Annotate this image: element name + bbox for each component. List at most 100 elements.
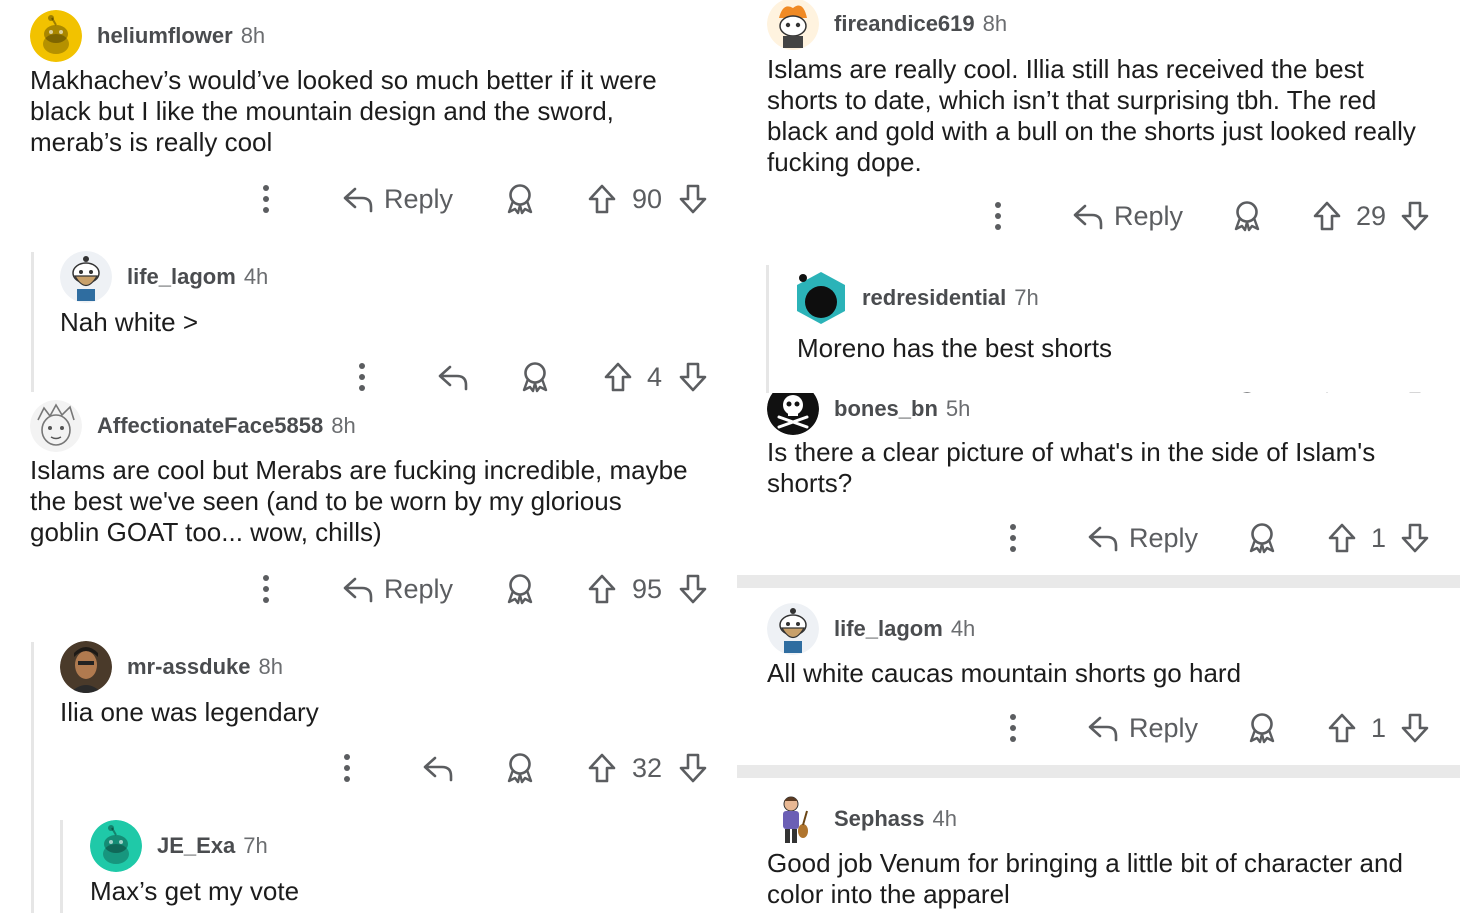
username[interactable]: JE_Exa: [157, 833, 235, 859]
comment-age: 8h: [240, 23, 266, 48]
more-options-icon[interactable]: [993, 196, 1003, 236]
comment-line: Max’s get my vote: [90, 876, 300, 906]
comment-line: Makhachev’s would’ve looked so much bett…: [30, 65, 657, 95]
comment-line: All white caucas mountain shorts go hard: [767, 658, 1242, 688]
comment-bones_bn: bones_bn 5h Is there a clear picture of …: [737, 393, 1460, 573]
comment-line: shorts to date, which isn’t that surpris…: [767, 85, 1377, 115]
comment-line: color into the apparel: [767, 879, 1010, 909]
photo-man-icon[interactable]: [60, 641, 112, 693]
comment-line: Moreno has the best shorts: [797, 333, 1113, 363]
reply-button[interactable]: Reply: [342, 569, 453, 609]
comment-line: fucking dope.: [767, 147, 922, 177]
reply-icon: [342, 185, 374, 213]
comment-body: Nah white >: [60, 307, 720, 338]
vote-score: 95: [632, 573, 663, 604]
comment-actions: Reply 1: [737, 708, 1460, 748]
comment-line: merab’s is really cool: [30, 127, 273, 157]
award-icon[interactable]: [1247, 518, 1277, 558]
downvote-icon[interactable]: [678, 748, 708, 788]
downvote-icon[interactable]: [678, 357, 708, 397]
reply-button[interactable]: Reply: [1087, 708, 1198, 748]
comment-age: 8h: [331, 413, 356, 438]
more-options-icon[interactable]: [342, 748, 352, 788]
award-icon[interactable]: [505, 179, 535, 219]
vote-score: 4: [647, 361, 663, 392]
fire-snoo-icon[interactable]: [767, 0, 819, 50]
vote-score: 1: [1371, 522, 1387, 553]
comment-fireandice619: fireandice619 8h Islams are really cool.…: [737, 0, 1460, 250]
vote-score: 90: [632, 183, 663, 214]
comment-mr-assduke: mr-assduke 8h Ilia one was legendary 32: [0, 628, 730, 808]
more-options-icon[interactable]: [1008, 708, 1018, 748]
comment-body: Good job Venum for bringing a little bit…: [767, 848, 1457, 910]
upvote-icon[interactable]: [587, 179, 617, 219]
upvote-icon[interactable]: [603, 357, 633, 397]
more-options-icon[interactable]: [261, 179, 271, 219]
guitar-person-icon[interactable]: [767, 793, 819, 845]
more-options-icon[interactable]: [1008, 518, 1018, 558]
username[interactable]: redresidential: [862, 285, 1006, 311]
award-icon[interactable]: [1232, 196, 1262, 236]
comment-body: Makhachev’s would’ve looked so much bett…: [30, 65, 720, 158]
reply-icon: [1087, 524, 1119, 552]
skull-icon[interactable]: [767, 393, 819, 435]
award-icon[interactable]: [1247, 708, 1277, 748]
reply-icon: [342, 575, 374, 603]
comment-line: goblin GOAT too... wow, chills): [30, 517, 382, 547]
comment-line: Ilia one was legendary: [60, 697, 319, 727]
comment-age: 5h: [945, 396, 971, 421]
downvote-icon[interactable]: [1400, 196, 1430, 236]
reply-button[interactable]: Reply: [1072, 196, 1183, 236]
comment-actions: 32: [0, 748, 730, 788]
bearded-snoo-icon[interactable]: [767, 603, 819, 655]
upvote-icon[interactable]: [587, 748, 617, 788]
upvote-icon[interactable]: [1327, 518, 1357, 558]
more-options-icon[interactable]: [261, 569, 271, 609]
bearded-snoo-icon[interactable]: [60, 251, 112, 303]
vote-score: 1: [1371, 712, 1387, 743]
downvote-icon[interactable]: [678, 569, 708, 609]
more-options-icon[interactable]: [357, 357, 367, 397]
thread-separator: [737, 765, 1460, 778]
reply-label: Reply: [1114, 200, 1184, 231]
reply-button[interactable]: [437, 357, 469, 397]
downvote-icon[interactable]: [1400, 708, 1430, 748]
username[interactable]: AffectionateFace5858: [97, 413, 323, 439]
comment-JE_Exa: JE_Exa 7h Max’s get my vote: [0, 808, 730, 913]
username[interactable]: heliumflower: [97, 23, 233, 49]
reply-label: Reply: [384, 573, 454, 604]
award-icon[interactable]: [505, 748, 535, 788]
upvote-icon[interactable]: [587, 569, 617, 609]
snoo-yellow-icon[interactable]: [30, 10, 82, 62]
snoo-teal-icon[interactable]: [90, 820, 142, 872]
comment-life_lagom-2: life_lagom 4h All white caucas mountain …: [737, 588, 1460, 763]
comment-age: 4h: [243, 264, 269, 289]
downvote-icon[interactable]: [1400, 518, 1430, 558]
upvote-icon[interactable]: [1327, 708, 1357, 748]
username[interactable]: life_lagom: [127, 264, 236, 290]
reply-button[interactable]: Reply: [1087, 518, 1198, 558]
award-icon[interactable]: [505, 569, 535, 609]
username[interactable]: mr-assduke: [127, 654, 251, 680]
username[interactable]: bones_bn: [834, 396, 938, 422]
reply-icon: [1087, 714, 1119, 742]
username[interactable]: life_lagom: [834, 616, 943, 642]
comment-body: Is there a clear picture of what's in th…: [767, 437, 1457, 499]
comment-actions: 4: [0, 357, 730, 397]
reply-label: Reply: [1129, 712, 1199, 743]
award-icon[interactable]: [520, 357, 550, 397]
comment-body: Ilia one was legendary: [60, 697, 720, 728]
reply-button[interactable]: Reply: [342, 179, 453, 219]
left-comment-column: heliumflower 8h Makhachev’s would’ve loo…: [0, 0, 730, 913]
comment-age: 7h: [243, 833, 268, 858]
upvote-icon[interactable]: [1312, 196, 1342, 236]
reply-button[interactable]: [422, 748, 454, 788]
comment-age: 8h: [982, 11, 1008, 36]
username[interactable]: fireandice619: [834, 11, 975, 37]
sketch-face-icon[interactable]: [30, 400, 82, 452]
reply-label: Reply: [1129, 522, 1199, 553]
downvote-icon[interactable]: [678, 179, 708, 219]
username[interactable]: Sephass: [834, 806, 925, 832]
dark-snoo-icon[interactable]: [795, 272, 847, 324]
comment-AffectionateFace5858: AffectionateFace5858 8h Islams are cool …: [0, 398, 730, 628]
